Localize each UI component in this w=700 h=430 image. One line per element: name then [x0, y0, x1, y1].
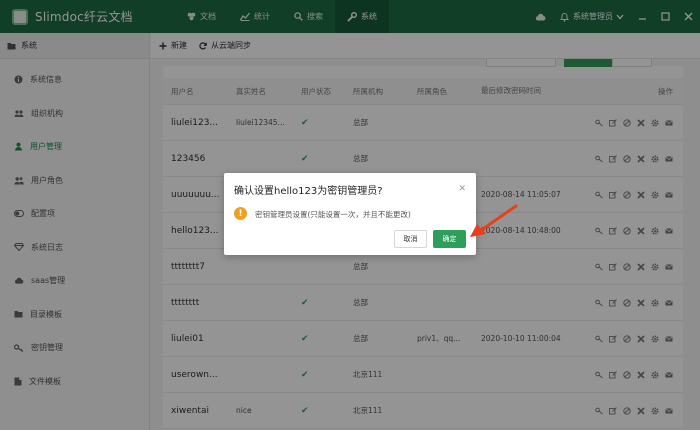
cancel-button[interactable]: 取消: [394, 230, 427, 248]
arrow-annotation: [470, 204, 518, 237]
confirm-button[interactable]: 确定: [433, 230, 466, 248]
dialog-message: 密钥管理员设置(只能设置一次，并且不能更改): [255, 210, 411, 219]
confirm-dialog: 确认设置hello123为密钥管理员? ✕ ! 密钥管理员设置(只能设置一次，并…: [224, 173, 476, 255]
warning-icon: !: [234, 207, 247, 220]
dialog-title: 确认设置hello123为密钥管理员?: [234, 186, 383, 197]
close-icon[interactable]: ✕: [458, 184, 466, 194]
